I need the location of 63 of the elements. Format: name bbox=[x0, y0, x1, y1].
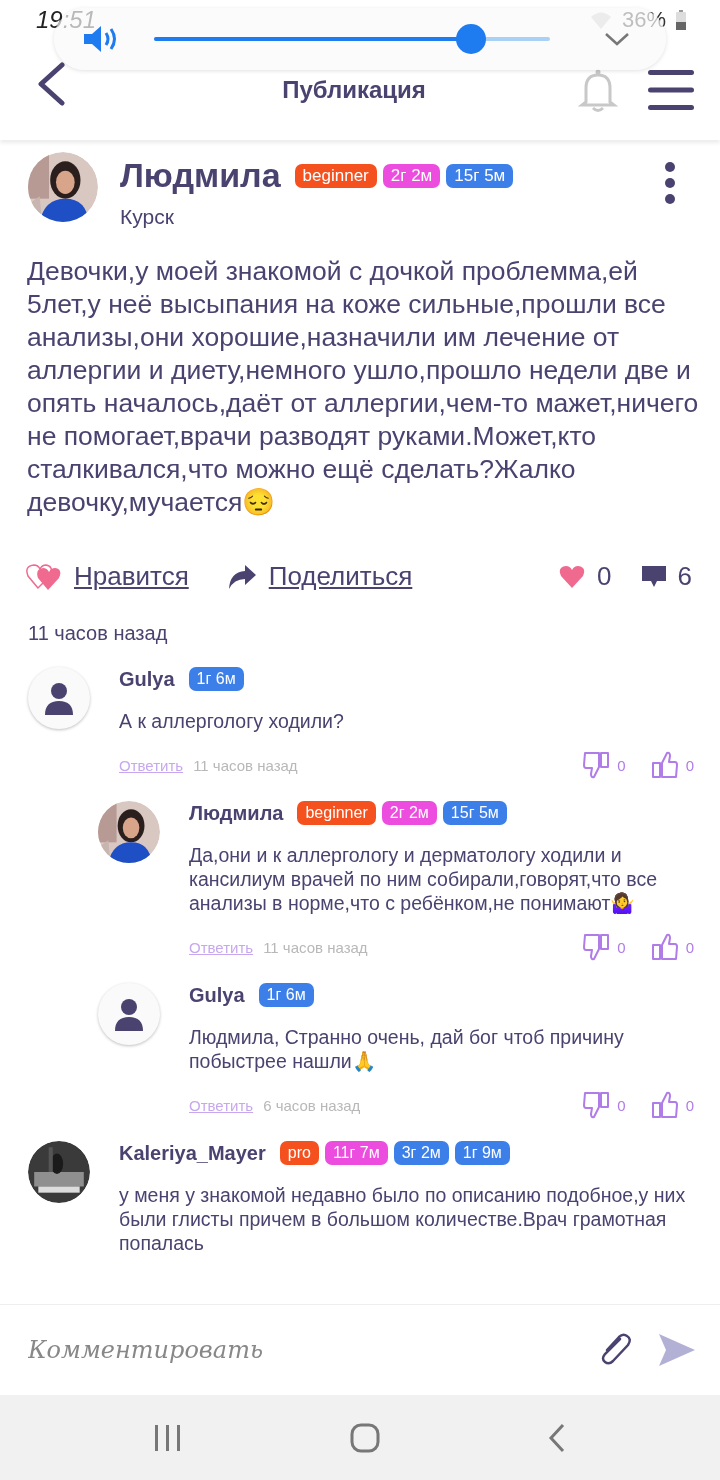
badge: 1г 6м bbox=[258, 983, 314, 1007]
comment-text: А к аллергологу ходили? bbox=[119, 709, 345, 733]
thumbs-up-icon[interactable] bbox=[651, 933, 678, 961]
like-count: 0 bbox=[685, 756, 694, 774]
back-icon[interactable] bbox=[36, 62, 66, 106]
badge: pro bbox=[279, 1141, 319, 1165]
heart-outline-icon bbox=[26, 561, 62, 592]
thumbs-down-icon[interactable] bbox=[583, 933, 610, 961]
thumbs-up-icon[interactable] bbox=[651, 1091, 678, 1119]
author-name[interactable]: Kaleriya_Mayer bbox=[119, 1141, 266, 1165]
badge: 15г 5м bbox=[442, 801, 507, 825]
author-city: Курск bbox=[120, 205, 175, 229]
share-link[interactable]: Поделиться bbox=[268, 561, 413, 592]
comment-text: Людмила, Странно очень, дай бог чтоб причину побыстрее нашли🙏 bbox=[189, 1025, 625, 1073]
like-count: 0 bbox=[685, 938, 694, 956]
slider-thumb[interactable] bbox=[455, 24, 486, 54]
thumbs-down-icon[interactable] bbox=[583, 1091, 610, 1119]
comment-icon bbox=[641, 565, 666, 588]
badge: 2г 2м bbox=[382, 163, 441, 188]
dislike-count: 0 bbox=[617, 938, 626, 956]
menu-icon[interactable] bbox=[648, 69, 694, 111]
author-name[interactable]: Людмила bbox=[189, 801, 284, 825]
like-count: 0 bbox=[685, 1096, 694, 1114]
author-name[interactable]: Gulya bbox=[119, 667, 175, 691]
volume-slider[interactable] bbox=[154, 24, 550, 54]
thumbs-down-icon[interactable] bbox=[583, 751, 610, 779]
dislike-count: 0 bbox=[617, 1096, 626, 1114]
heart-icon bbox=[559, 565, 586, 588]
comment-time: 11 часов назад bbox=[263, 938, 368, 956]
badge: 2г 2м bbox=[381, 801, 437, 825]
comment-field[interactable]: Комментировать bbox=[26, 1335, 572, 1365]
user-icon bbox=[44, 681, 74, 715]
comment-time: 6 часов назад bbox=[263, 1096, 361, 1114]
share-arrow-icon bbox=[226, 563, 257, 590]
badge: 1г 9м bbox=[454, 1141, 510, 1165]
like-link[interactable]: Нравится bbox=[74, 561, 189, 592]
badge: 11г 7м bbox=[324, 1141, 388, 1165]
comment-text: у меня у знакомой недавно было по описанию подобное,у них были глисты причем в большом количестве.Врач грамотная попалась bbox=[119, 1183, 687, 1255]
badge: 15г 5м bbox=[446, 163, 514, 188]
chevron-down-icon[interactable] bbox=[604, 31, 630, 47]
back-icon[interactable] bbox=[546, 1422, 567, 1453]
thumbs-up-icon[interactable] bbox=[651, 751, 678, 779]
more-icon[interactable] bbox=[664, 162, 676, 204]
user-icon bbox=[114, 997, 144, 1031]
battery-percent: 36% bbox=[621, 7, 666, 33]
like-count: 0 bbox=[597, 561, 612, 592]
battery-icon bbox=[676, 10, 686, 30]
badge: beginner bbox=[297, 801, 376, 825]
comment-count: 6 bbox=[677, 561, 692, 592]
author-name[interactable]: Gulya bbox=[189, 983, 245, 1007]
author-name[interactable]: Людмила bbox=[120, 156, 281, 195]
post-text: Девочки,у моей знакомой с дочкой проблемма,ей 5лет,у неё высыпания на коже сильные,прошли все анализы,они хорошие,назначили им лечение от аллергии и диету,немного ушло,прошло недели две и опять началось,даёт от аллергии,чем-то мажет,ничего не помогает,врачи разводят руками.Может,кто сталкивался,что можно ещё сделать?Жалко девочку,мучается😔 bbox=[26, 255, 700, 519]
badge: 1г 6м bbox=[188, 667, 244, 691]
badge: beginner bbox=[294, 163, 377, 188]
comment-text: Да,они и к аллергологу и дерматологу ходили и кансилиум врачей по ним собирали,говорят,что все анализы в норме,что с ребёнком,не понимают🤷‍♀ bbox=[189, 843, 659, 915]
page-title: Публикация bbox=[281, 76, 427, 104]
comment-time: 11 часов назад bbox=[193, 756, 298, 774]
home-icon[interactable] bbox=[350, 1422, 380, 1453]
post-time: 11 часов назад bbox=[27, 622, 169, 645]
badge: 3г 2м bbox=[393, 1141, 449, 1165]
send-icon[interactable] bbox=[658, 1333, 696, 1367]
status-time: 19:51 bbox=[36, 6, 97, 34]
dislike-count: 0 bbox=[617, 756, 626, 774]
